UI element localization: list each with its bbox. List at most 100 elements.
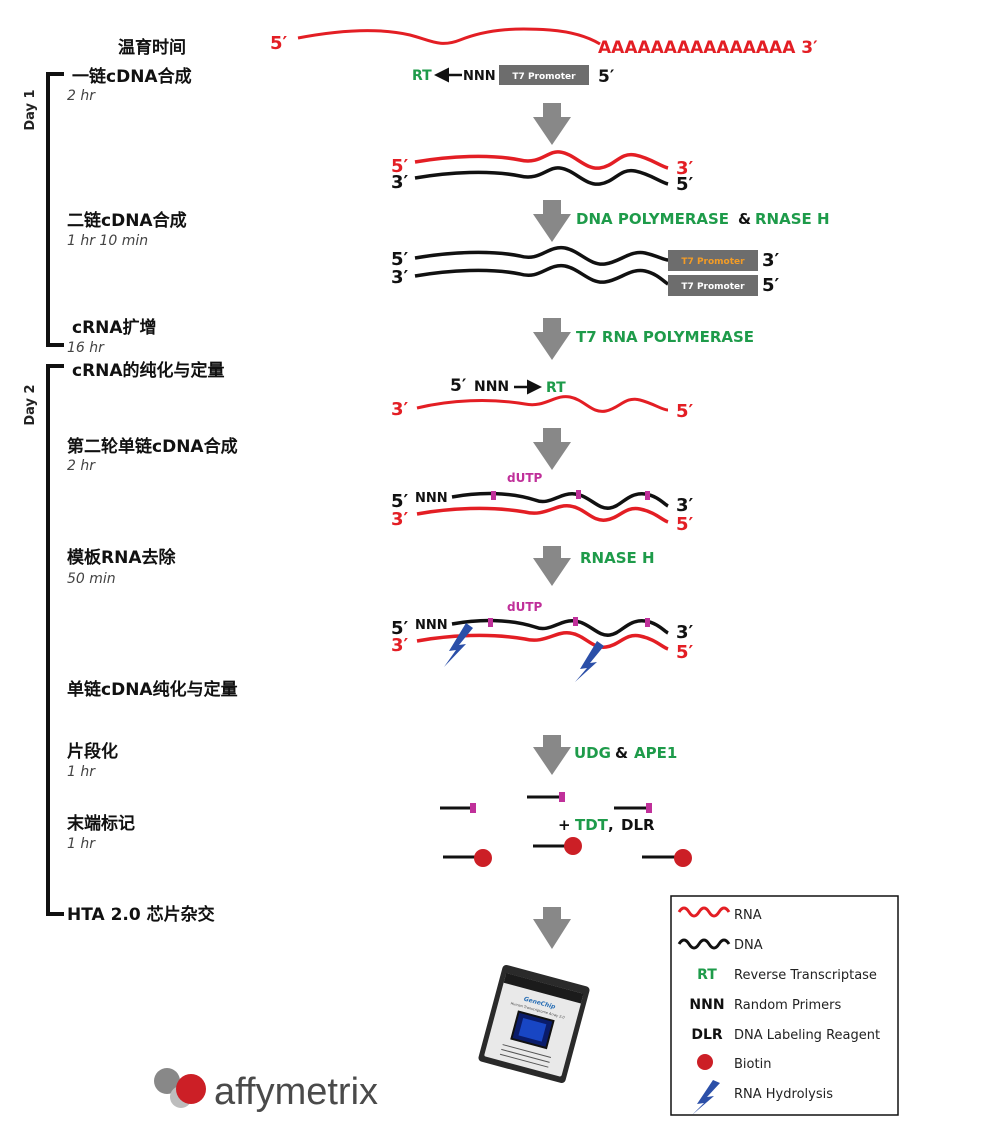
enzyme-rnase-h: RNASE H — [580, 549, 655, 567]
biotin-dot — [674, 849, 692, 867]
enzyme-amp: & — [615, 744, 628, 762]
affymetrix-logo: affymetrix — [154, 1068, 378, 1113]
step-time: 50 min — [67, 571, 116, 587]
legend-text: Biotin — [734, 1057, 771, 1072]
dutp-mark — [488, 618, 493, 627]
legend-text: Random Primers — [734, 998, 842, 1013]
dutp-mark — [559, 792, 565, 802]
step-name: 片段化 — [67, 741, 118, 762]
polya-tail: AAAAAAAAAAAAAAA 3′ — [598, 38, 818, 58]
step-time: 2 hr — [67, 88, 96, 104]
step-name: 模板RNA去除 — [67, 547, 176, 568]
flow-arrow — [533, 735, 571, 775]
strand-3prime: 3′ — [391, 267, 409, 288]
legend-biotin-swatch — [697, 1054, 713, 1070]
nnn-label: NNN — [415, 491, 448, 506]
enzyme-udg: UDG — [574, 744, 611, 762]
strand-5prime: 5′ — [762, 275, 780, 296]
strand-3prime: 3′ — [391, 172, 409, 193]
enzyme-rnase-h: RNASE H — [755, 210, 830, 228]
day1-bracket — [46, 72, 64, 347]
label-comma: , — [608, 816, 614, 834]
strand-3prime: 3′ — [676, 495, 694, 516]
step-name: 单链cDNA纯化与定量 — [67, 679, 238, 700]
t7-promoter-label: T7 Promoter — [681, 282, 745, 292]
flow-arrow — [533, 907, 571, 949]
legend-key-nnn: NNN — [689, 997, 724, 1013]
mrna-strand — [297, 27, 601, 46]
rna-strand — [414, 150, 669, 170]
flow-arrow — [533, 546, 571, 586]
legend-text: RNA — [734, 908, 762, 923]
step-name: 第二轮单链cDNA合成 — [67, 436, 238, 457]
flow-arrow — [533, 428, 571, 470]
dutp-label: dUTP — [507, 600, 543, 614]
step-name: cRNA扩增 — [72, 317, 157, 338]
step-time: 1 hr — [67, 836, 96, 852]
flow-arrow — [533, 103, 571, 145]
dutp-mark — [646, 803, 652, 813]
t7-promoter-label: T7 Promoter — [512, 72, 576, 82]
stage-second-cycle: dUTP 5′ NNN 3′ 3′ 5′ — [391, 471, 694, 535]
day2-label: Day 2 — [23, 384, 38, 425]
stage-first-strand: 5′ 3′ 3′ 5′ — [391, 150, 694, 195]
enzyme-label-step2: DNA POLYMERASE & RNASE H — [576, 210, 830, 228]
dutp-mark — [645, 491, 650, 500]
rna-hydrolysis-icon — [575, 641, 604, 682]
day1-label: Day 1 — [23, 89, 38, 130]
rt-label: RT — [546, 380, 566, 396]
nnn-label: NNN — [463, 69, 496, 84]
legend-text: DNA — [734, 938, 763, 953]
strand-3prime: 3′ — [391, 509, 409, 530]
incubation-header: 温育时间 — [118, 37, 186, 58]
legend-text: DNA Labeling Reagent — [734, 1028, 880, 1043]
logo-wordmark: affymetrix — [214, 1071, 378, 1113]
legend: RNA DNA RT Reverse Transcriptase NNN Ran… — [670, 895, 899, 1116]
legend-key-dlr: DLR — [691, 1027, 723, 1043]
flow-arrow — [533, 200, 571, 242]
enzyme-amp: & — [738, 210, 751, 228]
workflow-diagram: Day 1 Day 2 温育时间 一链cDNA合成 2 hr 二链cDNA合成 … — [23, 27, 899, 1116]
step-time: 1 hr — [67, 764, 96, 780]
dutp-mark — [576, 490, 581, 499]
strand-5prime: 5′ — [676, 514, 694, 535]
legend-text: Reverse Transcriptase — [734, 968, 877, 983]
legend-text: RNA Hydrolysis — [734, 1087, 833, 1102]
dutp-mark — [491, 491, 496, 500]
step-name: cRNA的纯化与定量 — [72, 360, 225, 381]
strand-5prime: 5′ — [676, 174, 694, 195]
t7-promoter-label: T7 Promoter — [681, 257, 745, 267]
rna-strand — [416, 504, 669, 524]
biotin-dot — [474, 849, 492, 867]
step-name: 一链cDNA合成 — [72, 66, 192, 87]
dna-strand — [414, 166, 669, 186]
primer-5prime: 5′ — [450, 376, 467, 396]
strand-3prime: 3′ — [391, 399, 409, 420]
timeline: Day 1 Day 2 温育时间 一链cDNA合成 2 hr 二链cDNA合成 … — [23, 37, 238, 925]
dutp-mark — [573, 617, 578, 626]
dutp-label: dUTP — [507, 471, 543, 485]
label-plus: + — [558, 816, 571, 834]
step-name: HTA 2.0 芯片杂交 — [67, 904, 215, 925]
day2-bracket — [46, 364, 64, 916]
stage-rna-removal: dUTP 5′ NNN 3′ 3′ 5′ — [391, 600, 694, 682]
flow-arrow — [533, 318, 571, 360]
dna-strand — [414, 263, 669, 286]
label-tdt: TDT — [575, 816, 609, 834]
label-dlr: DLR — [621, 816, 655, 834]
step-name: 末端标记 — [67, 813, 135, 834]
stage-crna: 5′ NNN RT 3′ 5′ — [391, 376, 694, 422]
enzyme-ape1: APE1 — [634, 744, 677, 762]
logo-circle-red — [176, 1074, 206, 1104]
rt-label: RT — [412, 68, 432, 84]
strand-5prime: 5′ — [676, 401, 694, 422]
mrna-5prime: 5′ — [270, 33, 288, 54]
biotin-dot — [564, 837, 582, 855]
primer-5prime: 5′ — [598, 67, 615, 87]
crna-strand — [416, 395, 669, 413]
strand-3prime: 3′ — [762, 250, 780, 271]
genechip-cartridge: GeneChip Human Transcriptome Array 2.0 — [478, 964, 590, 1084]
dutp-mark — [470, 803, 476, 813]
stage-ds-cdna: 5′ T7 Promoter 3′ 3′ T7 Promoter 5′ — [391, 245, 780, 296]
strand-5prime: 5′ — [676, 642, 694, 663]
